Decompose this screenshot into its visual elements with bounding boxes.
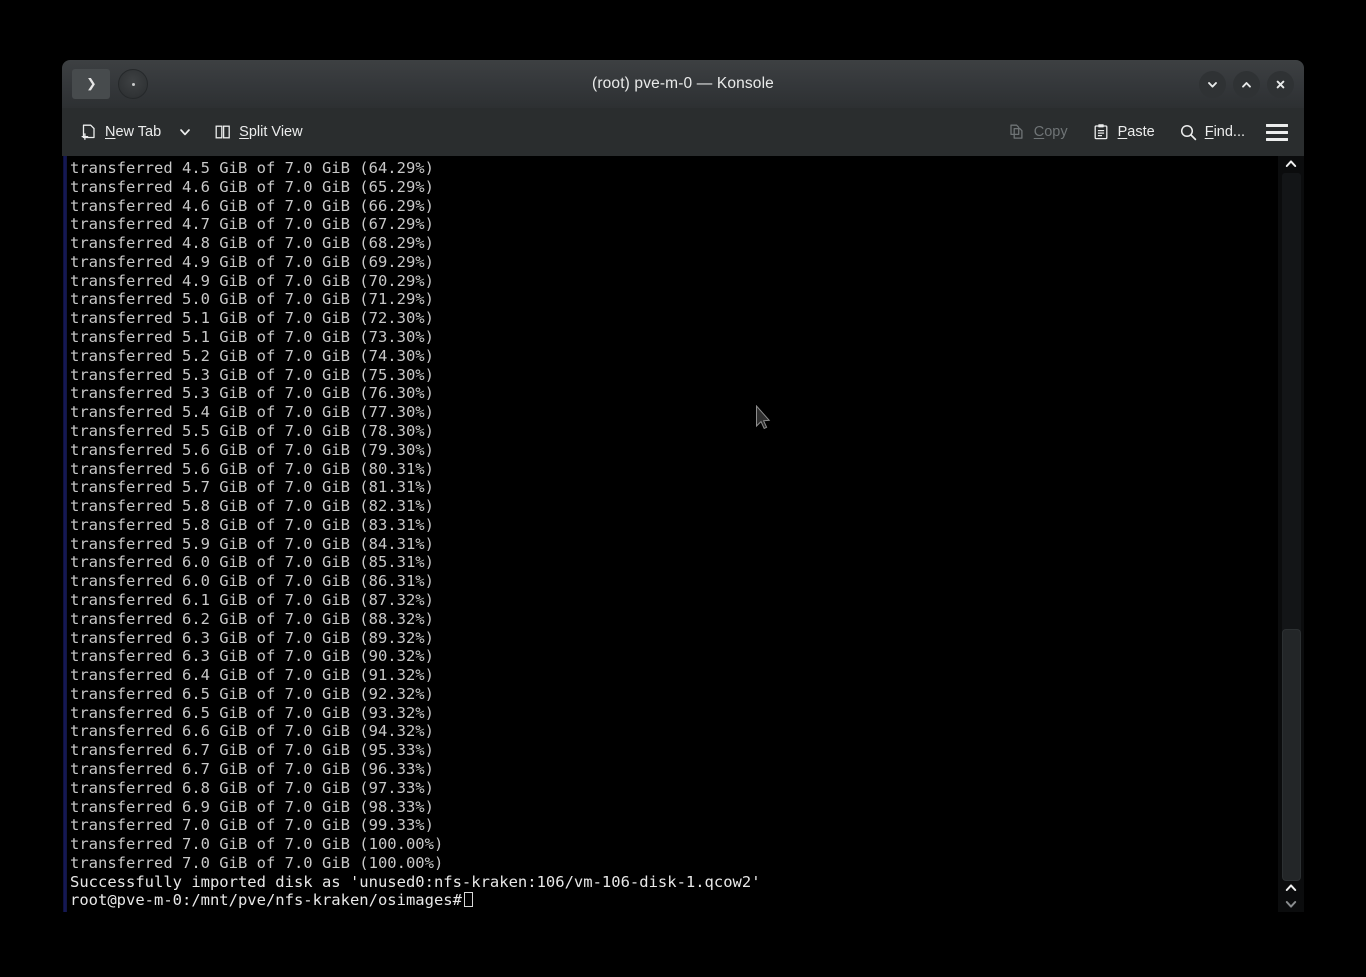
- scrollbar-thumb[interactable]: [1282, 629, 1301, 881]
- tab-strip: ❯: [62, 69, 148, 99]
- maximize-button[interactable]: [1233, 70, 1260, 98]
- scrollbar-up-arrow-top[interactable]: [1278, 156, 1304, 172]
- paste-label-rest: aste: [1127, 124, 1155, 140]
- menu-bar-1: [1266, 123, 1288, 127]
- block-cursor: [463, 892, 473, 908]
- terminal-view[interactable]: transferred 4.5 GiB of 7.0 GiB (64.29%) …: [62, 156, 1304, 912]
- search-icon: [1179, 123, 1198, 142]
- new-tab-icon: [79, 123, 98, 142]
- paste-label: Paste: [1118, 124, 1155, 140]
- chevron-up-icon: [1285, 884, 1297, 891]
- find-button[interactable]: Find...: [1174, 118, 1250, 147]
- paste-accel: P: [1117, 124, 1128, 140]
- toolbar-left-group: New Tab Split View: [74, 118, 308, 147]
- minimize-button[interactable]: [1199, 70, 1226, 98]
- toolbar: New Tab Split View Copy Paste Find...: [62, 108, 1304, 156]
- chevron-up-icon: [1242, 81, 1251, 88]
- new-tab-accel: N: [105, 124, 116, 140]
- terminal-scrollbar[interactable]: [1278, 156, 1304, 912]
- new-tab-circle-icon[interactable]: [118, 69, 148, 99]
- find-label: Find...: [1205, 124, 1245, 140]
- menu-bar-2: [1266, 130, 1288, 134]
- chevron-down-icon: [180, 129, 191, 136]
- split-view-label-rest: plit View: [248, 124, 303, 140]
- menu-bar-3: [1266, 137, 1288, 141]
- terminal-output: transferred 4.5 GiB of 7.0 GiB (64.29%) …: [70, 159, 761, 910]
- desktop-background: ❯ (root) pve-m-0 — Konsole New Tab Split…: [0, 0, 1366, 977]
- chevron-up-icon: [1285, 160, 1297, 167]
- chevron-down-icon: [1285, 901, 1297, 908]
- window-title: (root) pve-m-0 — Konsole: [592, 75, 774, 92]
- toolbar-right-group: Copy Paste Find...: [1003, 118, 1290, 147]
- find-accel: F: [1204, 124, 1214, 140]
- chevron-down-icon: [1208, 81, 1217, 88]
- scrollbar-down-arrow[interactable]: [1278, 896, 1304, 912]
- find-label-rest: ind...: [1213, 124, 1245, 140]
- copy-icon: [1008, 123, 1027, 142]
- copy-label: Copy: [1034, 124, 1068, 140]
- terminal-result-line: Successfully imported disk as 'unused0:n…: [70, 872, 761, 891]
- close-button[interactable]: [1267, 70, 1294, 98]
- split-view-label: Split View: [239, 124, 302, 140]
- copy-label-rest: opy: [1044, 124, 1068, 140]
- new-tab-label: New Tab: [105, 124, 161, 140]
- window-controls: [1199, 60, 1294, 108]
- copy-button[interactable]: Copy: [1003, 118, 1073, 147]
- dot-icon: [131, 82, 135, 86]
- close-icon: [1276, 80, 1285, 88]
- new-tab-dropdown-button[interactable]: [176, 121, 194, 143]
- copy-accel: C: [1033, 124, 1045, 140]
- terminal-tab[interactable]: ❯: [72, 69, 110, 99]
- paste-icon: [1092, 123, 1111, 142]
- terminal-scroll-marker: [63, 156, 67, 912]
- terminal-transfer-lines: transferred 4.5 GiB of 7.0 GiB (64.29%) …: [70, 159, 444, 872]
- terminal-prompt-icon: ❯: [86, 73, 97, 94]
- split-view-button[interactable]: Split View: [208, 118, 307, 147]
- terminal-prompt: root@pve-m-0:/mnt/pve/nfs-kraken/osimage…: [70, 891, 462, 910]
- konsole-window: ❯ (root) pve-m-0 — Konsole New Tab Split…: [62, 60, 1304, 912]
- paste-button[interactable]: Paste: [1087, 118, 1160, 147]
- titlebar[interactable]: ❯ (root) pve-m-0 — Konsole: [62, 60, 1304, 108]
- scrollbar-up-arrow-bottom[interactable]: [1278, 880, 1304, 896]
- new-tab-label-rest: ew Tab: [115, 124, 162, 140]
- split-view-icon: [213, 123, 232, 142]
- split-view-accel: S: [239, 124, 249, 140]
- new-tab-button[interactable]: New Tab: [74, 118, 166, 147]
- hamburger-menu-icon[interactable]: [1264, 118, 1290, 147]
